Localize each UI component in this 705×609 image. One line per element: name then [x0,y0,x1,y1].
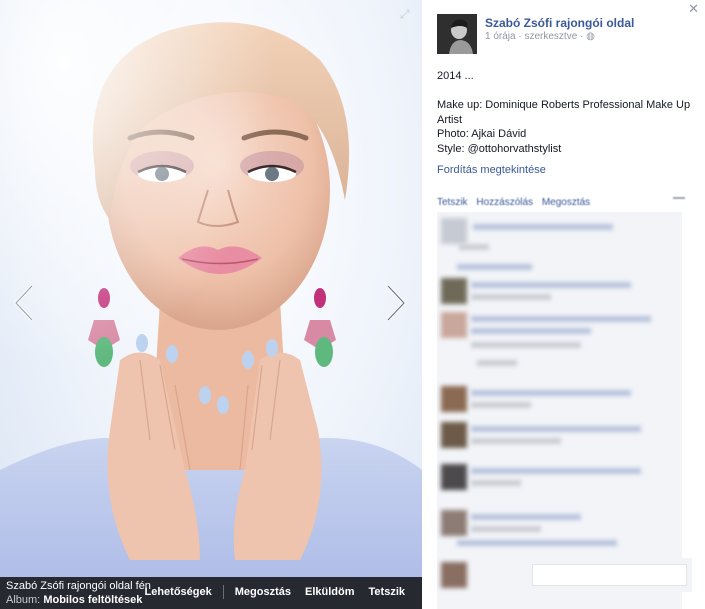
comment-link[interactable]: Hozzászólás [476,197,533,208]
list-item [437,384,682,414]
comment-meta [477,360,517,366]
avatar [441,386,467,412]
avatar [441,562,467,588]
avatar [441,218,467,244]
list-item [437,216,682,256]
see-translation-link[interactable]: Fordítás megtekintése [437,164,546,176]
avatar [441,278,467,304]
comment-meta [471,526,541,532]
list-item [437,508,682,548]
chevron-right-icon [386,284,406,322]
photo-sidebar: ✕ Szabó Zsófi rajongói oldal 1 órája · s… [422,0,705,609]
comment-input[interactable] [532,564,687,586]
comment-meta [471,342,581,348]
comment-text [471,316,651,322]
close-icon[interactable]: ✕ [688,1,699,17]
send-button[interactable]: Elküldöm [298,586,362,598]
avatar [441,510,467,536]
avatar-image [437,14,477,54]
comment-text [457,540,617,546]
page-avatar[interactable] [437,14,477,54]
like-button[interactable]: Tetszik [362,586,412,598]
share-link[interactable]: Megosztás [542,197,590,208]
fullscreen-icon[interactable]: ⤢ [400,8,412,20]
comment-meta [459,244,489,250]
photo-album-line: Album: Mobilos feltöltések [6,593,158,607]
share-icon[interactable] [673,197,685,205]
comment-text [471,514,581,520]
comment-text [471,282,631,288]
comment-text [471,328,591,334]
avatar [441,464,467,490]
like-link[interactable]: Tetszik [437,197,468,208]
comment-composer [437,558,692,592]
list-item [437,420,682,450]
post-line: Style: @ottohorvathstylist [437,142,562,155]
post-line: Make up: Dominique Roberts Professional … [437,99,691,126]
photo-stage[interactable]: ⤢ Szabó Zsófi rajongói oldal fén Album: … [0,0,422,609]
comment-text [473,224,613,230]
next-photo-button[interactable] [382,283,410,323]
list-item [437,310,682,370]
post-line: 2014 ... [437,70,474,82]
list-item [437,276,682,306]
post-text: 2014 ... Make up: Dominique Roberts Prof… [437,69,692,156]
previous-photo-button[interactable] [10,283,38,323]
comment-text [471,390,631,396]
comment-meta [471,402,531,408]
comment-text [471,426,641,432]
avatar [441,312,467,338]
edited-label[interactable]: szerkesztve [524,31,577,42]
photo-page-title[interactable]: Szabó Zsófi rajongói oldal fén [6,580,158,593]
list-item [437,462,682,492]
comment-meta [471,294,551,300]
comment-meta [471,480,521,486]
options-button[interactable]: Lehetőségek [138,586,219,598]
comment-text [457,264,532,270]
chevron-left-icon [14,284,34,322]
comment-text [471,468,641,474]
avatar [441,422,467,448]
post-line: Photo: Ajkai Dávid [437,128,527,140]
post-actions: Tetszik Hozzászólás Megosztás [437,197,596,208]
post-time[interactable]: 1 órája [485,31,516,42]
album-label: Album: [6,594,41,606]
photo-action-bar: Szabó Zsófi rajongói oldal fén Album: Mo… [0,577,422,609]
album-link[interactable]: Mobilos feltöltések [43,594,142,606]
comments-list [437,212,682,609]
divider [222,585,224,599]
portrait-photo [0,0,422,609]
page-name-link[interactable]: Szabó Zsófi rajongói oldal [485,16,634,30]
list-item [437,262,682,274]
comment-meta [471,438,561,444]
share-button[interactable]: Megosztás [228,586,298,598]
post-meta: 1 órája · szerkesztve · ◍ [485,31,595,42]
globe-icon: · ◍ [580,31,595,42]
